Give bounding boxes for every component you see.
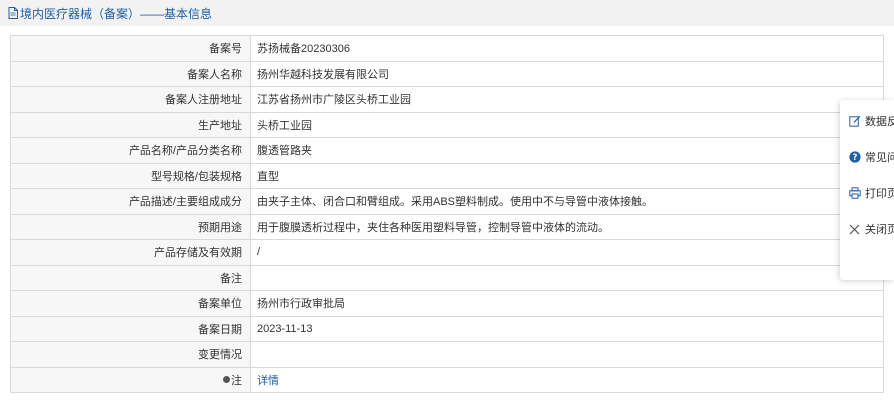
details-link[interactable]: 详情: [257, 375, 279, 387]
row-value: 苏扬械备20230306: [250, 35, 884, 62]
document-icon: [8, 7, 18, 19]
table-row: 预期用途 用于腹膜透析过程中，夹住各种医用塑料导管，控制导管中液体的流动。: [10, 213, 884, 240]
row-label: 预期用途: [10, 213, 251, 240]
edit-icon: [848, 115, 861, 128]
row-value: 用于腹膜透析过程中，夹住各种医用塑料导管，控制导管中液体的流动。: [250, 213, 884, 240]
row-label: 变更情况: [10, 341, 251, 368]
table-row: 产品存储及有效期 /: [10, 239, 884, 266]
row-value: [250, 264, 884, 291]
row-label: 备注: [10, 264, 251, 291]
print-button[interactable]: 打印页面: [840, 175, 894, 211]
page-title-bar: 境内医疗器械（备案）——基本信息: [0, 0, 894, 26]
table-row: 变更情况: [10, 341, 884, 368]
float-item-label: 数据反馈: [865, 116, 894, 128]
row-value: 江苏省扬州市广陵区头桥工业园: [250, 86, 884, 113]
table-row: 备案单位 扬州市行政审批局: [10, 290, 884, 317]
table-row: 产品名称/产品分类名称 腹透管路夹: [10, 137, 884, 164]
table-row: 备案号 苏扬械备20230306: [10, 35, 884, 62]
table-row: 备案日期 2023-11-13: [10, 315, 884, 342]
printer-icon: [848, 187, 861, 200]
row-label: 产品描述/主要组成成分: [10, 188, 251, 215]
note-label: 注: [10, 366, 251, 393]
row-value: [250, 341, 884, 368]
row-label: 备案人注册地址: [10, 86, 251, 113]
table-row: 备案人名称 扬州华越科技发展有限公司: [10, 60, 884, 87]
row-label: 备案人名称: [10, 60, 251, 87]
close-page-button[interactable]: 关闭页面: [840, 211, 894, 247]
row-value: 直型: [250, 162, 884, 189]
row-label: 产品名称/产品分类名称: [10, 137, 251, 164]
row-label: 生产地址: [10, 111, 251, 138]
row-label: 备案单位: [10, 290, 251, 317]
data-feedback-button[interactable]: 数据反馈: [840, 103, 894, 139]
basic-info-table: 备案号 苏扬械备20230306 备案人名称 扬州华越科技发展有限公司 备案人注册地…: [10, 35, 884, 393]
note-row: 注 详情: [10, 366, 884, 393]
float-item-label: 关闭页面: [865, 224, 894, 236]
float-item-label: 打印页面: [865, 188, 894, 200]
float-item-label: 常见问题: [865, 152, 894, 164]
table-row: 型号规格/包装规格 直型: [10, 162, 884, 189]
row-label: 备案日期: [10, 315, 251, 342]
row-value: 扬州华越科技发展有限公司: [250, 60, 884, 87]
row-label: 型号规格/包装规格: [10, 162, 251, 189]
row-value: 腹透管路夹: [250, 137, 884, 164]
table-row: 生产地址 头桥工业园: [10, 111, 884, 138]
floating-toolbar: 数据反馈 ? 常见问题 打印页面 关闭页面: [840, 100, 894, 280]
row-value: 头桥工业园: [250, 111, 884, 138]
row-value: 扬州市行政审批局: [250, 290, 884, 317]
svg-text:?: ?: [852, 153, 857, 163]
row-label: 备案号: [10, 35, 251, 62]
row-value: /: [250, 239, 884, 266]
close-icon: [848, 223, 861, 236]
faq-button[interactable]: ? 常见问题: [840, 139, 894, 175]
question-icon: ?: [848, 151, 861, 164]
table-row: 备案人注册地址 江苏省扬州市广陵区头桥工业园: [10, 86, 884, 113]
page-title: 境内医疗器械（备案）——基本信息: [20, 6, 213, 21]
note-label-text: 注: [231, 374, 242, 387]
table-row: 备注: [10, 264, 884, 291]
row-label: 产品存储及有效期: [10, 239, 251, 266]
pin-icon: [223, 376, 230, 384]
table-row: 产品描述/主要组成成分 由夹子主体、闭合口和臂组成。采用ABS塑料制成。使用中不与…: [10, 188, 884, 215]
note-value: 详情: [250, 366, 884, 393]
row-value: 由夹子主体、闭合口和臂组成。采用ABS塑料制成。使用中不与导管中液体接触。: [250, 188, 884, 215]
row-value: 2023-11-13: [250, 315, 884, 342]
